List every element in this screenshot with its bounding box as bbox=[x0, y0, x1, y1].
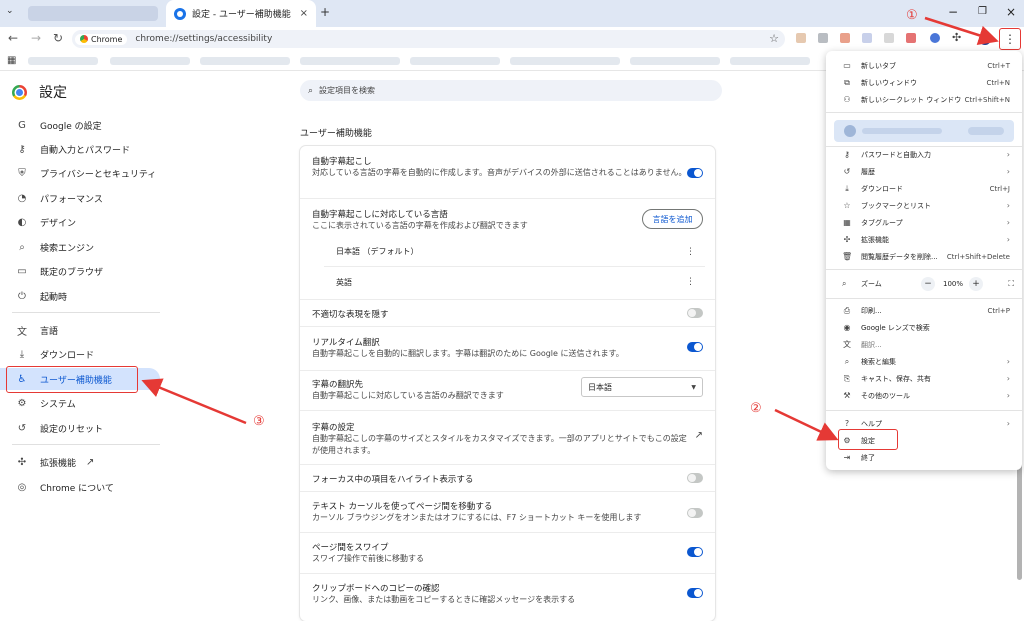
step-number-2: ② bbox=[750, 401, 762, 416]
arrow-to-settings-item bbox=[774, 408, 839, 441]
step-number-3: ③ bbox=[253, 414, 265, 429]
arrow-to-menu-button bbox=[924, 16, 999, 45]
arrow-to-accessibility bbox=[141, 378, 247, 425]
annotation-arrows bbox=[141, 16, 999, 441]
step-number-1: ① bbox=[906, 8, 918, 23]
